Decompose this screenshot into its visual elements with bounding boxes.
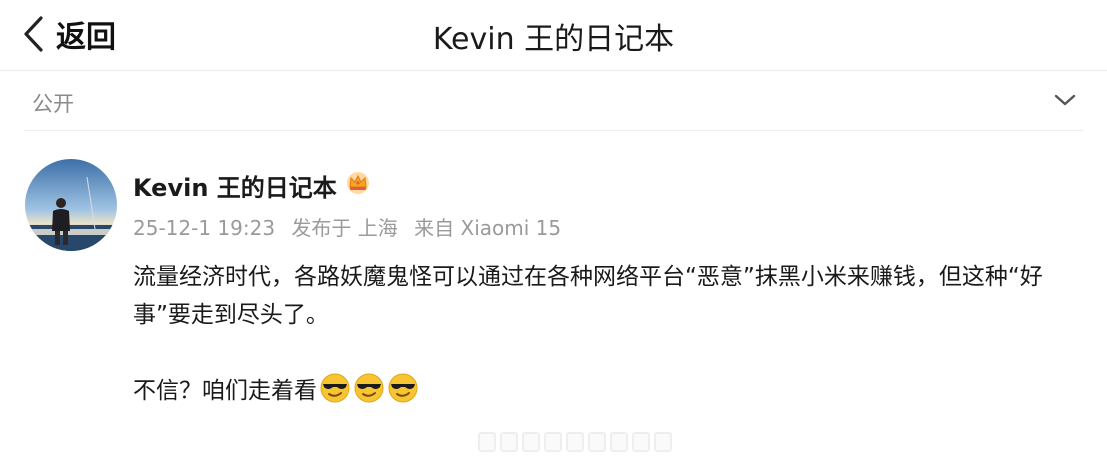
- emoji-group: [319, 372, 421, 416]
- post-paragraph: 流量经济时代，各路妖魔鬼怪可以通过在各种网络平台“恶意”抹黑小米来赚钱，但这种“…: [133, 264, 1043, 328]
- post-body: 流量经济时代，各路妖魔鬼怪可以通过在各种网络平台“恶意”抹黑小米来赚钱，但这种“…: [133, 258, 1083, 416]
- post-location: 发布于 上海: [291, 216, 398, 240]
- vip-crown-icon: [345, 170, 371, 200]
- page-title: Kevin 王的日记本: [432, 22, 675, 57]
- chevron-down-icon: [1053, 92, 1077, 112]
- cool-face-emoji: [319, 372, 351, 416]
- author-row: Kevin 王的日记本: [133, 168, 371, 202]
- cool-face-emoji: [387, 372, 419, 416]
- author-name[interactable]: Kevin 王的日记本: [133, 168, 337, 203]
- post-paragraph-last: 不信？咱们走着看: [133, 372, 1083, 416]
- post-timestamp: 25-12-1 19:23: [133, 216, 276, 240]
- post-device: 来自 Xiaomi 15: [414, 216, 562, 240]
- cool-face-emoji: [353, 372, 385, 416]
- watermark: [478, 432, 672, 452]
- post-paragraph-text: 不信？咱们走着看: [133, 378, 317, 404]
- visibility-selector[interactable]: 公开: [24, 74, 1083, 131]
- visibility-label: 公开: [32, 92, 74, 116]
- top-navbar: 返回 Kevin 王的日记本: [0, 0, 1107, 71]
- post-meta: 25-12-1 19:23 发布于 上海 来自 Xiaomi 15: [133, 212, 571, 241]
- diary-post-page: 返回 Kevin 王的日记本 公开 Kevin 王的日记本 25-12-1 19…: [0, 0, 1107, 464]
- avatar[interactable]: [25, 159, 117, 251]
